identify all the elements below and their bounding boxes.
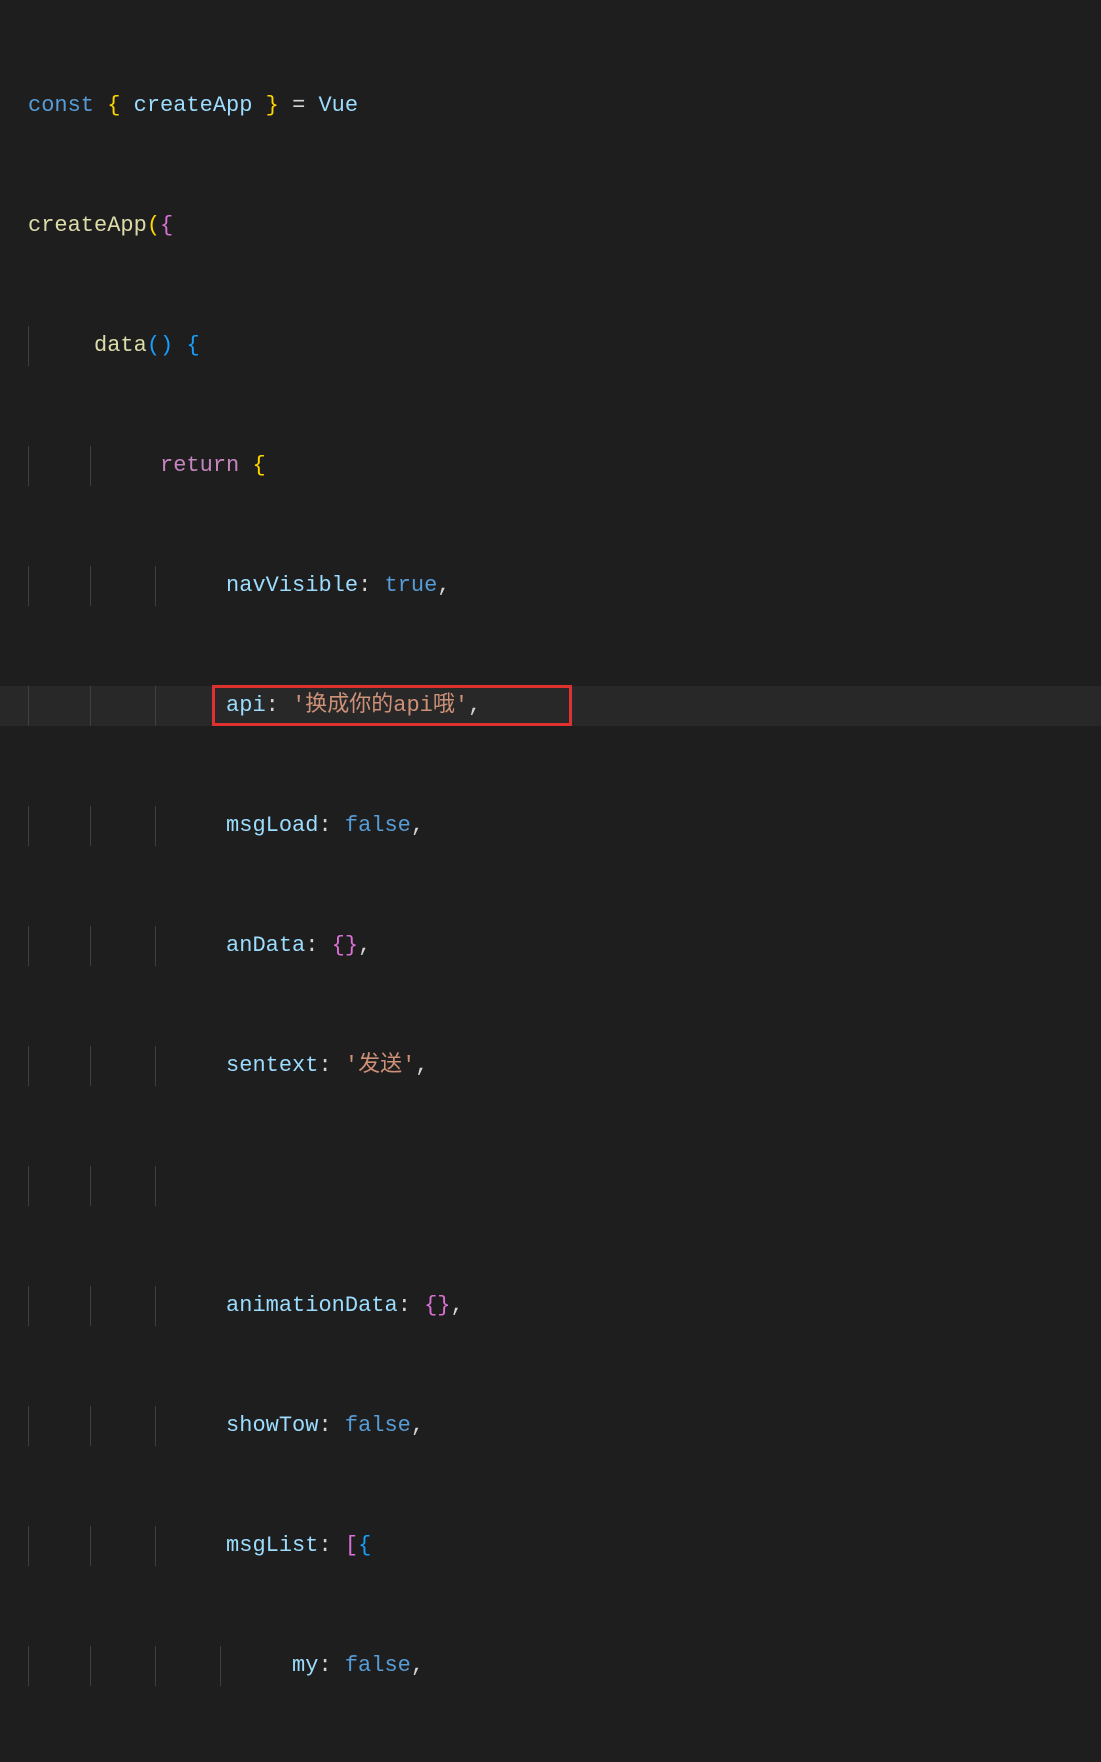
comma: , <box>415 1053 428 1078</box>
brace: } <box>437 1293 450 1318</box>
comma: , <box>411 1413 424 1438</box>
code-line: return { <box>0 446 1101 486</box>
colon: : <box>318 813 331 838</box>
string: '发送' <box>345 1053 415 1078</box>
brace: { <box>107 93 120 118</box>
keyword-return: return <box>160 453 239 478</box>
comma: , <box>411 1653 424 1678</box>
boolean: false <box>345 1653 411 1678</box>
keyword-const: const <box>28 93 94 118</box>
code-line: my: false, <box>0 1646 1101 1686</box>
string-api-value: '换成你的api哦' <box>292 693 468 718</box>
comma: , <box>411 813 424 838</box>
function-call: createApp <box>28 213 147 238</box>
boolean: true <box>384 573 437 598</box>
boolean: false <box>345 813 411 838</box>
code-line-empty <box>0 1166 1101 1206</box>
property: sentext <box>226 1053 318 1078</box>
code-line: anData: {}, <box>0 926 1101 966</box>
code-line: data() { <box>0 326 1101 366</box>
code-line: msgList: [{ <box>0 1526 1101 1566</box>
colon: : <box>266 693 279 718</box>
property-api: api <box>226 693 266 718</box>
brace: { <box>424 1293 437 1318</box>
brace: { <box>160 213 173 238</box>
paren: () <box>147 333 173 358</box>
paren: ( <box>147 213 160 238</box>
colon: : <box>318 1413 331 1438</box>
colon: : <box>305 933 318 958</box>
brace: { <box>332 933 345 958</box>
comma: , <box>468 693 481 718</box>
comma: , <box>451 1293 464 1318</box>
code-line: createApp({ <box>0 206 1101 246</box>
code-line-highlighted: api: '换成你的api哦', <box>0 686 1101 726</box>
property: showTow <box>226 1413 318 1438</box>
colon: : <box>358 573 371 598</box>
identifier: createApp <box>134 93 253 118</box>
brace: } <box>345 933 358 958</box>
code-line: animationData: {}, <box>0 1286 1101 1326</box>
brace: { <box>186 333 199 358</box>
code-line: msgLoad: false, <box>0 806 1101 846</box>
colon: : <box>318 1653 331 1678</box>
property: navVisible <box>226 573 358 598</box>
code-line: const { createApp } = Vue <box>0 86 1101 126</box>
code-line: navVisible: true, <box>0 566 1101 606</box>
identifier: Vue <box>318 93 358 118</box>
brace: } <box>266 93 279 118</box>
colon: : <box>318 1053 331 1078</box>
operator: = <box>292 93 305 118</box>
property: animationData <box>226 1293 398 1318</box>
code-line: showTow: false, <box>0 1406 1101 1446</box>
code-line: sentext: '发送', <box>0 1046 1101 1086</box>
bracket: [ <box>345 1533 358 1558</box>
colon: : <box>398 1293 411 1318</box>
property: anData <box>226 933 305 958</box>
comma: , <box>437 573 450 598</box>
boolean: false <box>345 1413 411 1438</box>
property: my <box>292 1653 318 1678</box>
brace: { <box>252 453 265 478</box>
property: msgLoad <box>226 813 318 838</box>
method-name: data <box>94 333 147 358</box>
brace: { <box>358 1533 371 1558</box>
code-block: const { createApp } = Vue createApp({ da… <box>0 6 1101 1762</box>
colon: : <box>318 1533 331 1558</box>
property: msgList <box>226 1533 318 1558</box>
comma: , <box>358 933 371 958</box>
